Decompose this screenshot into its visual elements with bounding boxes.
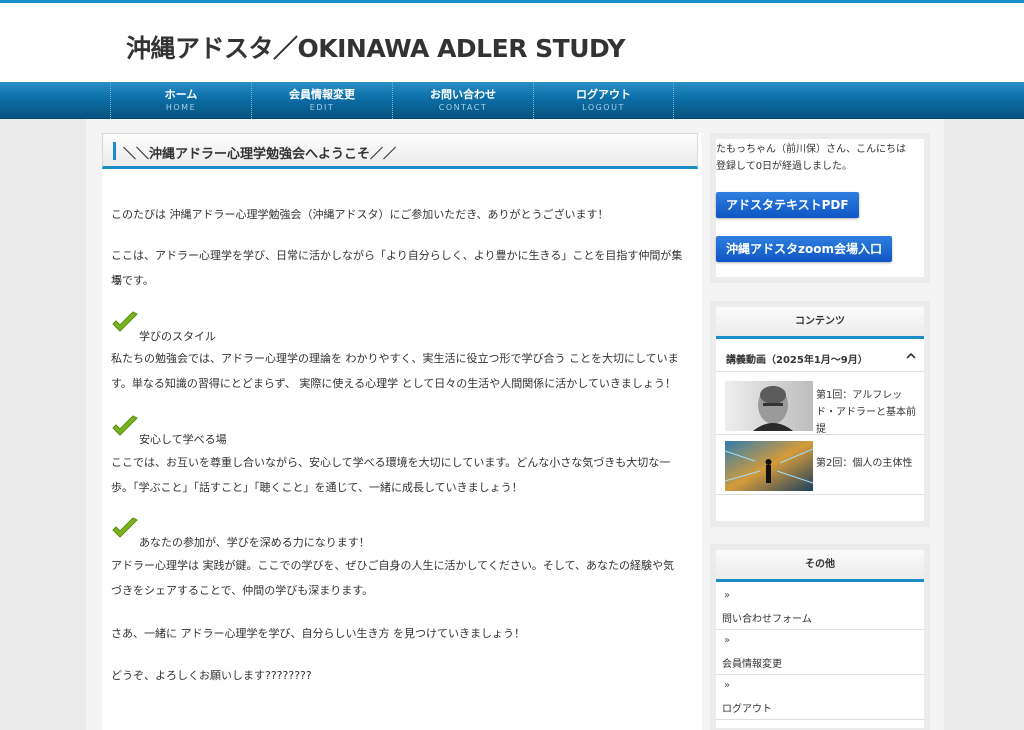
welcome-heading: ＼＼沖縄アドラー心理学勉強会へようこそ／／ <box>102 133 698 169</box>
video-thumbnail-adler <box>725 381 813 431</box>
section-title-safe: 安心して学べる場 <box>139 433 227 446</box>
nav-label: ログアウト <box>576 88 631 101</box>
section-style-line-2: す。単なる知識の習得にとどまらず、 実際に使える心理学 として日々の生活や人間関… <box>111 377 676 390</box>
video-item-1[interactable]: 第1回：アルフレッド・アドラーと基本前提 <box>716 375 924 435</box>
intro-paragraph-1: このたびは 沖縄アドラー心理学勉強会（沖縄アドスタ）にご参加いただき、ありがとう… <box>111 208 609 221</box>
section-safe-line-1: ここでは、お互いを尊重し合いながら、安心して学べる環境を大切にしています。どんな… <box>111 456 671 469</box>
section-participation-line-2: づきをシェアすることで、仲間の学びも深まります。 <box>111 584 374 597</box>
section-title-style: 学びのスタイル <box>139 330 216 343</box>
section-style-line-1: 私たちの勉強会では、アドラー心理学の理論を わかりやすく、実生活に役立つ形で学び… <box>111 352 679 365</box>
site-header: 沖縄アドスタ／OKINAWA ADLER STUDY <box>0 3 1024 82</box>
closing-paragraph-1: さあ、一緒に アドラー心理学を学び、自分らしい生き方 を見つけていきましょう！ <box>111 627 525 640</box>
checkmark-icon <box>112 415 138 436</box>
user-info-box: たもっちゃん（前川保）さん、こんにちは 登録して0日が経過しました。 アドスタテ… <box>710 133 930 283</box>
double-arrow-icon: » <box>724 635 731 646</box>
video-item-2[interactable]: 第2回：個人の主体性 <box>716 435 924 495</box>
accordion-label: 講義動画（2025年1月〜9月） <box>726 355 868 366</box>
nav-home[interactable]: ホーム HOME <box>110 82 251 119</box>
nav-logout[interactable]: ログアウト LOGOUT <box>533 82 674 119</box>
link-member-edit[interactable]: » 会員情報変更 <box>716 630 924 675</box>
intro-paragraph-2b: 場です。 <box>111 274 154 287</box>
link-contact-form[interactable]: » 問い合わせフォーム <box>716 585 924 630</box>
video-title-1: 第1回：アルフレッド・アドラーと基本前提 <box>816 390 916 435</box>
link-label: 会員情報変更 <box>722 659 782 670</box>
section-title-participation: あなたの参加が、学びを深める力になります！ <box>139 536 370 549</box>
link-logout[interactable]: » ログアウト <box>716 675 924 720</box>
video-thumbnail-autonomy <box>725 441 813 491</box>
other-box: その他 » 問い合わせフォーム » 会員情報変更 » ログアウト <box>710 544 930 730</box>
main-content: ＼＼沖縄アドラー心理学勉強会へようこそ／／ このたびは 沖縄アドラー心理学勉強会… <box>102 133 702 730</box>
link-label: 問い合わせフォーム <box>722 614 812 625</box>
zoom-entrance-button[interactable]: 沖縄アドスタzoom会場入口 <box>716 236 892 262</box>
lecture-accordion-header[interactable]: 講義動画（2025年1月〜9月） <box>716 342 924 372</box>
nav-label: 会員情報変更 <box>289 88 355 101</box>
nav-sublabel: CONTACT <box>438 103 488 112</box>
chevron-up-icon <box>906 352 916 359</box>
nav-contact[interactable]: お問い合わせ CONTACT <box>392 82 533 119</box>
nav-edit[interactable]: 会員情報変更 EDIT <box>251 82 392 119</box>
greeting-text: たもっちゃん（前川保）さん、こんにちは <box>716 144 906 155</box>
text-pdf-button[interactable]: アドスタテキストPDF <box>716 192 859 218</box>
contents-box: コンテンツ 講義動画（2025年1月〜9月） 第1回：アルフレッド・アドラーと基… <box>710 301 930 527</box>
double-arrow-icon: » <box>724 590 731 601</box>
days-registered-text: 登録して0日が経過しました。 <box>716 161 853 172</box>
nav-label: ホーム <box>164 88 198 101</box>
site-title[interactable]: 沖縄アドスタ／OKINAWA ADLER STUDY <box>126 29 626 65</box>
other-heading: その他 <box>716 550 924 582</box>
nav-label: お問い合わせ <box>430 88 496 101</box>
nav-sublabel: HOME <box>165 103 197 112</box>
welcome-heading-text: ＼＼沖縄アドラー心理学勉強会へようこそ／／ <box>123 147 397 162</box>
section-participation-line-1: アドラー心理学は 実践が鍵。ここでの学びを、ぜひご自身の人生に活かしてください。… <box>111 559 674 572</box>
closing-paragraph-2: どうぞ、よろしくお願いします???????? <box>111 669 312 682</box>
contents-heading: コンテンツ <box>716 307 924 339</box>
nav-sublabel: EDIT <box>309 103 335 112</box>
heading-bar <box>113 142 116 160</box>
checkmark-icon <box>112 311 138 332</box>
double-arrow-icon: » <box>724 680 731 691</box>
section-safe-line-2: 歩。「学ぶこと」「話すこと」「聴くこと」を通じて、一緒に成長していきましょう！ <box>111 481 523 494</box>
checkmark-icon <box>112 517 138 538</box>
video-title-2: 第2回：個人の主体性 <box>816 458 913 469</box>
nav-sublabel: LOGOUT <box>582 103 625 112</box>
content-wrapper: ＼＼沖縄アドラー心理学勉強会へようこそ／／ このたびは 沖縄アドラー心理学勉強会… <box>86 119 944 730</box>
link-label: ログアウト <box>722 704 772 715</box>
global-nav: ホーム HOME 会員情報変更 EDIT お問い合わせ CONTACT ログアウ… <box>0 82 1024 119</box>
